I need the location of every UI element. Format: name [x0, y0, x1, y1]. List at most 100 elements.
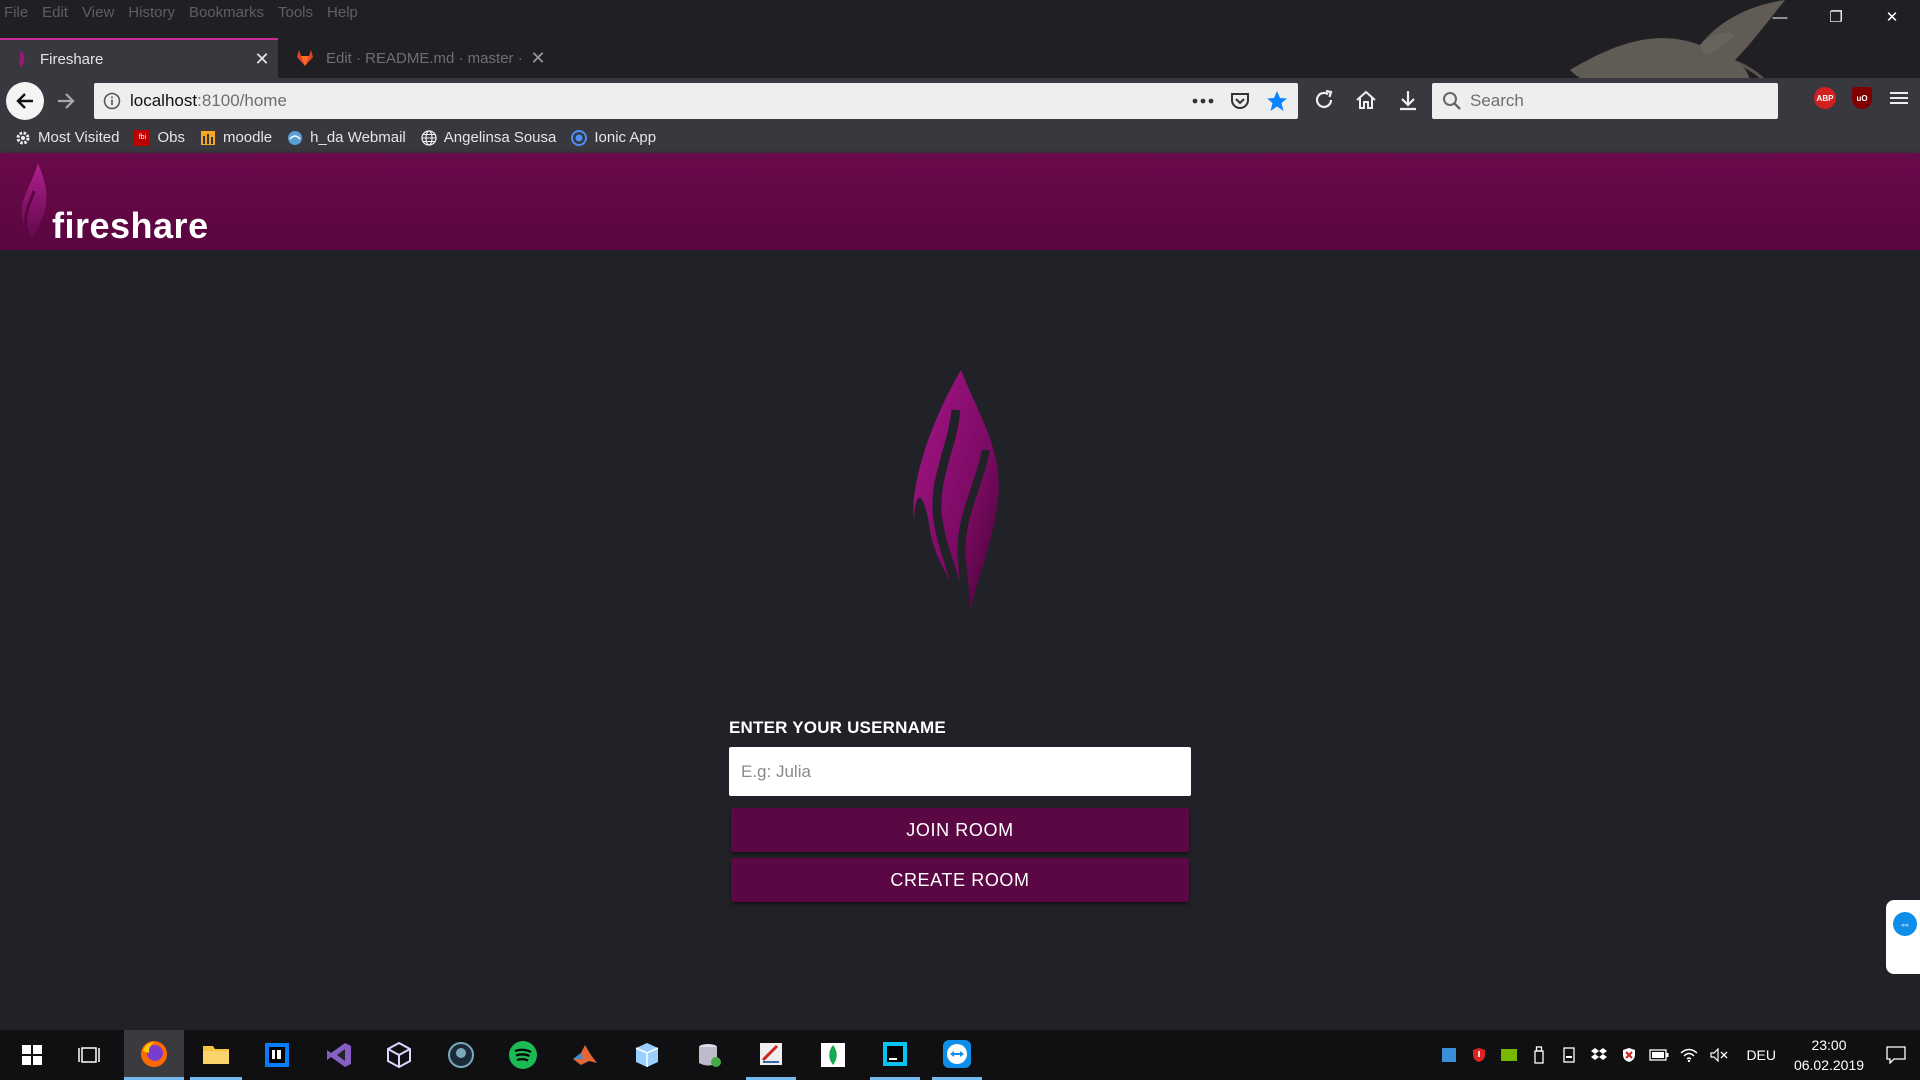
close-window-button[interactable]: ✕ [1864, 0, 1920, 34]
task-view-icon[interactable] [64, 1030, 114, 1080]
gear-icon [14, 129, 32, 147]
search-bar[interactable]: Search [1432, 83, 1778, 119]
database-icon[interactable] [684, 1030, 734, 1080]
url-text[interactable]: localhost:8100/home [130, 91, 1192, 111]
ublock-origin-icon[interactable]: uO [1852, 87, 1872, 109]
gitkraken-icon[interactable] [436, 1030, 486, 1080]
usb-device-icon[interactable] [1524, 1046, 1554, 1064]
nvidia-icon[interactable] [1494, 1048, 1524, 1062]
navigation-bar: localhost:8100/home Search ABP uO [0, 78, 1920, 122]
teamviewer-icon[interactable] [932, 1030, 982, 1080]
adblock-plus-icon[interactable]: ABP [1814, 87, 1836, 109]
create-room-button[interactable]: CREATE ROOM [731, 858, 1189, 902]
battery-icon[interactable] [1644, 1049, 1674, 1061]
download-icon[interactable] [1394, 86, 1422, 114]
teamviewer-quickconnect-widget[interactable]: ⇔ [1886, 900, 1920, 974]
url-bar[interactable]: localhost:8100/home [94, 83, 1298, 119]
obs-icon: fbi [133, 129, 151, 147]
matlab-icon[interactable] [560, 1030, 610, 1080]
dropbox-icon[interactable] [1584, 1047, 1614, 1063]
bookmark-label: Most Visited [38, 129, 120, 146]
search-icon [1443, 92, 1461, 110]
clock-time: 23:00 [1811, 1037, 1847, 1053]
system-clock[interactable]: 23:00 06.02.2019 [1786, 1035, 1872, 1075]
username-input[interactable] [729, 747, 1191, 796]
pocket-icon[interactable] [1230, 91, 1250, 111]
search-placeholder: Search [1470, 91, 1524, 110]
restore-button[interactable]: ❐ [1808, 0, 1864, 34]
username-label: ENTER YOUR USERNAME [729, 718, 946, 737]
input-language[interactable]: DEU [1746, 1047, 1776, 1063]
tab-fireshare[interactable]: Fireshare ✕ [0, 38, 278, 78]
tab-close-icon[interactable]: ✕ [522, 48, 554, 69]
tab-close-icon[interactable]: ✕ [246, 49, 278, 70]
app-header: fireshare [0, 153, 1920, 250]
extension-icons: ABP uO [1814, 87, 1910, 109]
volume-muted-icon[interactable] [1704, 1048, 1734, 1062]
mongodb-icon[interactable] [808, 1030, 858, 1080]
main-content: ENTER YOUR USERNAME JOIN ROOM CREATE ROO… [0, 250, 1920, 1030]
bookmark-label: h_da Webmail [310, 129, 406, 146]
box-icon[interactable] [622, 1030, 672, 1080]
menu-help[interactable]: Help [327, 4, 358, 21]
file-explorer-icon[interactable] [190, 1030, 242, 1080]
bookmark-ionic-app[interactable]: Ionic App [570, 129, 656, 147]
minimize-button[interactable]: — [1752, 0, 1808, 34]
teamviewer-icon: ⇔ [1893, 912, 1917, 936]
bookmark-star-icon[interactable] [1266, 90, 1288, 112]
hamburger-menu-icon[interactable] [1888, 87, 1910, 109]
intellij-icon[interactable] [252, 1030, 302, 1080]
antivirus-alert-icon[interactable] [1464, 1047, 1494, 1063]
bookmark-obs[interactable]: fbi Obs [133, 129, 185, 147]
webmail-icon [286, 129, 304, 147]
visual-studio-icon[interactable] [314, 1030, 364, 1080]
moodle-icon [199, 129, 217, 147]
url-host: localhost [130, 91, 198, 110]
globe-icon [420, 129, 438, 147]
wifi-icon[interactable] [1674, 1048, 1704, 1062]
bookmark-angelinsa[interactable]: Angelinsa Sousa [420, 129, 557, 147]
flame-logo-icon [913, 370, 999, 629]
ionic-icon [570, 129, 588, 147]
menu-history[interactable]: History [128, 4, 175, 21]
menu-tools[interactable]: Tools [278, 4, 313, 21]
page-actions-icon[interactable] [1192, 98, 1214, 104]
home-icon[interactable] [1352, 86, 1380, 114]
editor-icon[interactable] [746, 1030, 796, 1080]
bookmark-label: moodle [222, 129, 273, 146]
bookmark-moodle[interactable]: moodle [199, 129, 272, 147]
windows-taskbar: DEU 23:00 06.02.2019 [0, 1030, 1920, 1080]
spotify-icon[interactable] [498, 1030, 548, 1080]
tab-title: Fireshare [40, 50, 104, 68]
menu-bookmarks[interactable]: Bookmarks [189, 4, 264, 21]
bookmarks-toolbar: Most Visited fbi Obs moodle h_da Webmail… [0, 122, 1920, 153]
forward-button[interactable] [52, 88, 80, 114]
clock-date: 06.02.2019 [1793, 1057, 1865, 1073]
notification-center-icon[interactable] [1872, 1046, 1920, 1064]
bookmark-label: Angelinsa Sousa [443, 129, 557, 146]
login-form: ENTER YOUR USERNAME JOIN ROOM CREATE ROO… [729, 718, 1191, 902]
back-button[interactable] [6, 82, 44, 120]
menu-file[interactable]: File [4, 4, 28, 21]
tray-app-icon[interactable] [1434, 1047, 1464, 1063]
firefox-icon[interactable] [124, 1030, 184, 1080]
info-icon[interactable] [94, 92, 130, 110]
storage-icon[interactable] [1554, 1047, 1584, 1063]
webstorm-icon[interactable] [870, 1030, 920, 1080]
tab-bar: Fireshare ✕ Edit · README.md · master · … [0, 34, 1920, 102]
reload-icon[interactable] [1310, 86, 1338, 114]
tab-gitlab-edit[interactable]: Edit · README.md · master · Ko ✕ [282, 38, 554, 78]
flame-favicon-icon [19, 50, 25, 68]
bookmark-webmail[interactable]: h_da Webmail [286, 129, 406, 147]
menu-bar: File Edit View History Bookmarks Tools H… [0, 0, 372, 24]
browser-chrome: File Edit View History Bookmarks Tools H… [0, 0, 1920, 153]
tab-title: Edit · README.md · master · Ko [326, 49, 522, 67]
bookmark-most-visited[interactable]: Most Visited [14, 129, 119, 147]
windows-start-icon[interactable] [10, 1030, 54, 1080]
shield-icon[interactable] [1614, 1047, 1644, 1063]
join-room-button[interactable]: JOIN ROOM [731, 808, 1189, 852]
menu-edit[interactable]: Edit [42, 4, 68, 21]
flame-logo-icon [21, 163, 47, 246]
menu-view[interactable]: View [82, 4, 114, 21]
virtualbox-icon[interactable] [374, 1030, 424, 1080]
